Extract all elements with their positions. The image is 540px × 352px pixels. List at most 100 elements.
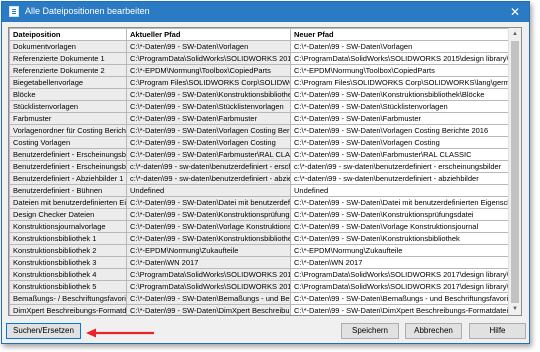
new-path-cell[interactable]: C:\*-Daten\99 - SW-Daten\Vorlagen Costin…	[290, 124, 512, 137]
new-path-cell[interactable]: C:\*-Daten\99 - SW-Daten\Stücklistenvorl…	[290, 100, 512, 113]
table-row[interactable]: Benutzerdefiniert - Bühnen Undefined Undef…	[9, 184, 512, 197]
location-name-cell: Konstruktionsbibliothek 4	[9, 268, 127, 281]
table-row[interactable]: Stücklistenvorlagen C:\*-Daten\99 - SW-Da…	[9, 100, 512, 113]
header-row: Dateiposition Aktueller Pfad Neuer Pfad	[9, 28, 512, 41]
new-path-cell[interactable]: C:\*-Daten\99 - SW-Daten\Konstruktionsbi…	[290, 232, 512, 245]
scroll-down-arrow-icon[interactable]: ▼	[509, 303, 521, 315]
location-name-cell: Konstruktionsjournalvorlage	[9, 220, 127, 233]
help-button[interactable]: Hilfe	[469, 323, 526, 339]
new-path-cell[interactable]: C:\*-Daten\99 - SW-Daten\Konstruktionsbi…	[290, 88, 512, 101]
current-path-cell: C:\*-Daten\99 - SW-Daten\Bemaßungs - und…	[126, 292, 291, 305]
table-row[interactable]: DimXpert Beschreibungs-Formatdatei C:\*-D…	[9, 304, 512, 315]
location-name-cell: Benutzerdefiniert - Abziehbilder 1	[9, 172, 127, 185]
current-path-cell: c:\*-daten\99 - sw-daten\benutzerdefinie…	[126, 172, 291, 185]
location-name-cell: Konstruktionsbibliothek 3	[9, 256, 127, 269]
new-path-cell[interactable]: C:\ProgramData\SolidWorks\SOLIDWORKS 201…	[290, 52, 512, 65]
new-path-cell[interactable]: c:\*-daten\99 - sw-daten\benutzerdefinie…	[290, 172, 512, 185]
new-path-cell[interactable]: C:\Program Files\SOLIDWORKS Corp\SOLIDWO…	[290, 76, 512, 89]
current-path-cell: C:\*-Daten\99 - SW-Daten\Konstruktionsbi…	[126, 232, 291, 245]
table-row[interactable]: Referenzierte Dokumente 2 C:\*-EPDM\Normu…	[9, 64, 512, 77]
new-path-cell[interactable]: C:\*-Daten\99 - SW-Daten\DimXpert Beschr…	[290, 304, 512, 315]
new-path-cell[interactable]: C:\*-Daten\99 - SW-Daten\Farbmuster\RAL …	[290, 148, 512, 161]
window-title: Alle Dateipositionen bearbeiten	[25, 6, 150, 16]
current-path-cell: C:\*-Daten\99 - SW-Daten\DimXpert Beschr…	[126, 304, 291, 315]
new-path-cell[interactable]: C:\*-Daten\99 - SW-Daten\Vorlagen Costin…	[290, 136, 512, 149]
title-bar[interactable]: Alle Dateipositionen bearbeiten ✕	[2, 2, 529, 22]
location-name-cell: Referenzierte Dokumente 1	[9, 52, 127, 65]
new-path-cell[interactable]: C:\*-Daten\99 - SW-Daten\Farbmuster	[290, 112, 512, 125]
current-path-cell: C:\*-Daten\99 - SW-Daten\Farbmuster\RAL …	[126, 148, 291, 161]
new-path-cell[interactable]: C:\*-Daten\99 - SW-Daten\Bemaßungs - und…	[290, 292, 512, 305]
vertical-scrollbar[interactable]: ▲ ▼	[508, 28, 521, 315]
new-path-cell[interactable]: C:\*-Daten\99 - SW-Daten\Vorlage Konstru…	[290, 220, 512, 233]
new-path-cell[interactable]: C:\ProgramData\SolidWorks\SOLIDWORKS 201…	[290, 268, 512, 281]
table-row[interactable]: Bemaßungs- / Beschriftungsfavoriten C:\*-…	[9, 292, 512, 305]
save-button[interactable]: Speichern	[341, 323, 399, 339]
current-path-cell: C:\*-EPDM\Normung\Toolbox\CopiedParts	[126, 64, 291, 77]
scrollbar-thumb[interactable]	[511, 41, 519, 303]
dialog-window: Alle Dateipositionen bearbeiten ✕ Dateip…	[1, 1, 530, 344]
current-path-cell: C:\*-Daten\99 - SW-Daten\Vorlagen Costin…	[126, 124, 291, 137]
current-path-cell: C:\ProgramData\SolidWorks\SOLIDWORKS 201…	[126, 268, 291, 281]
table-row[interactable]: Costing Vorlagen C:\*-Daten\99 - SW-Daten…	[9, 136, 512, 149]
location-name-cell: Benutzerdefiniert - Erscheinungsbilder	[9, 160, 127, 173]
current-path-cell: Undefined	[126, 184, 291, 197]
table-row[interactable]: Konstruktionsbibliothek 5 C:\ProgramData\…	[9, 280, 512, 293]
location-name-cell: Bemaßungs- / Beschriftungsfavoriten	[9, 292, 127, 305]
table-row[interactable]: Benutzerdefiniert - Erscheinungsbilderc:…	[9, 160, 512, 173]
current-path-cell: C:\*-Daten\99 - SW-Daten\Konstruktionsbi…	[126, 88, 291, 101]
table-row[interactable]: Konstruktionsbibliothek 2 C:\*-EPDM\Normu…	[9, 244, 512, 257]
scroll-up-arrow-icon[interactable]: ▲	[509, 28, 521, 40]
table-row[interactable]: Konstruktionsbibliothek 4 C:\ProgramData\…	[9, 268, 512, 281]
current-path-cell: c:\*-daten\99 - sw-daten\benutzerdefinie…	[126, 160, 291, 173]
new-path-cell[interactable]: C:\*-EPDM\Normung\Toolbox\CopiedParts	[290, 64, 512, 77]
current-path-cell: C:\*-Daten\99 - SW-Daten\Vorlage Konstru…	[126, 220, 291, 233]
location-name-cell: Farbmuster	[9, 112, 127, 125]
table-row[interactable]: Design Checker Dateien C:\*-Daten\99 - SW…	[9, 208, 512, 221]
new-path-cell[interactable]: C:\*-EPDM\Normung\Zukaufteile	[290, 244, 512, 257]
current-path-cell: C:\Program Files\SOLIDWORKS Corp\SOLIDWO…	[126, 76, 291, 89]
close-icon[interactable]: ✕	[507, 4, 523, 20]
file-locations-table: Dateiposition Aktueller Pfad Neuer Pfad …	[9, 28, 512, 315]
table-row[interactable]: Konstruktionsbibliothek 1 C:\*-Daten\99 -…	[9, 232, 512, 245]
column-header-aktueller-pfad[interactable]: Aktueller Pfad	[126, 28, 291, 41]
location-name-cell: Blöcke	[9, 88, 127, 101]
location-name-cell: Konstruktionsbibliothek 2	[9, 244, 127, 257]
location-name-cell: Vorlagenordner für Costing Bericht	[9, 124, 127, 137]
location-name-cell: Dokumentvorlagen	[9, 40, 127, 53]
left-arrow-icon	[86, 328, 154, 338]
table-row[interactable]: Vorlagenordner für Costing Bericht C:\*-D…	[9, 124, 512, 137]
table-row[interactable]: Farbmuster C:\*-Daten\99 - SW-Daten\Farbm…	[9, 112, 512, 125]
current-path-cell: C:\*-Daten\WN 2017	[126, 256, 291, 269]
column-header-neuer-pfad[interactable]: Neuer Pfad	[290, 28, 512, 41]
table-row[interactable]: Benutzerdefiniert - ErscheinungsbilderC:…	[9, 148, 512, 161]
current-path-cell: C:\ProgramData\SolidWorks\SOLIDWORKS 201…	[126, 52, 291, 65]
current-path-cell: C:\*-Daten\99 - SW-Daten\Vorlagen Costin…	[126, 136, 291, 149]
table-row[interactable]: Referenzierte Dokumente 1 C:\ProgramData\…	[9, 52, 512, 65]
column-header-dateiposition[interactable]: Dateiposition	[9, 28, 127, 41]
location-name-cell: Design Checker Dateien	[9, 208, 127, 221]
location-name-cell: Konstruktionsbibliothek 5	[9, 280, 127, 293]
current-path-cell: C:\*-Daten\99 - SW-Daten\Farbmuster	[126, 112, 291, 125]
table-row[interactable]: Dateien mit benutzerdefinierten Eige C:\*…	[9, 196, 512, 209]
table-row[interactable]: Biegetabellenvorlage C:\Program Files\SOL…	[9, 76, 512, 89]
new-path-cell[interactable]: c:\*-daten\99 - sw-daten\benutzerdefinie…	[290, 160, 512, 173]
table-row[interactable]: Konstruktionsbibliothek 3 C:\*-Daten\WN 2…	[9, 256, 512, 269]
new-path-cell[interactable]: C:\*-Daten\99 - SW-Daten\Datei mit benut…	[290, 196, 512, 209]
new-path-cell[interactable]: C:\*-Daten\99 - SW-Daten\Konstruktionspr…	[290, 208, 512, 221]
new-path-cell[interactable]: C:\*-Daten\WN 2017	[290, 256, 512, 269]
new-path-cell[interactable]: C:\ProgramData\SolidWorks\SOLIDWORKS 201…	[290, 280, 512, 293]
location-name-cell: DimXpert Beschreibungs-Formatdatei	[9, 304, 127, 315]
search-replace-button[interactable]: Suchen/Ersetzen	[6, 323, 81, 339]
location-name-cell: Costing Vorlagen	[9, 136, 127, 149]
new-path-cell[interactable]: C:\*-Daten\99 - SW-Daten\Vorlagen	[290, 40, 512, 53]
table-row[interactable]: Dokumentvorlagen C:\*-Daten\99 - SW-Daten…	[9, 40, 512, 53]
table-row[interactable]: Konstruktionsjournalvorlage C:\*-Daten\99…	[9, 220, 512, 233]
table-row[interactable]: Benutzerdefiniert - Abziehbilder 1 c:\*-d…	[9, 172, 512, 185]
location-name-cell: Benutzerdefiniert - Erscheinungsbilder	[9, 148, 127, 161]
dialog-icon	[9, 6, 19, 17]
cancel-button[interactable]: Abbrechen	[405, 323, 462, 339]
new-path-cell[interactable]: Undefined	[290, 184, 512, 197]
table-row[interactable]: Blöcke C:\*-Daten\99 - SW-Daten\Konstrukt…	[9, 88, 512, 101]
location-name-cell: Stücklistenvorlagen	[9, 100, 127, 113]
